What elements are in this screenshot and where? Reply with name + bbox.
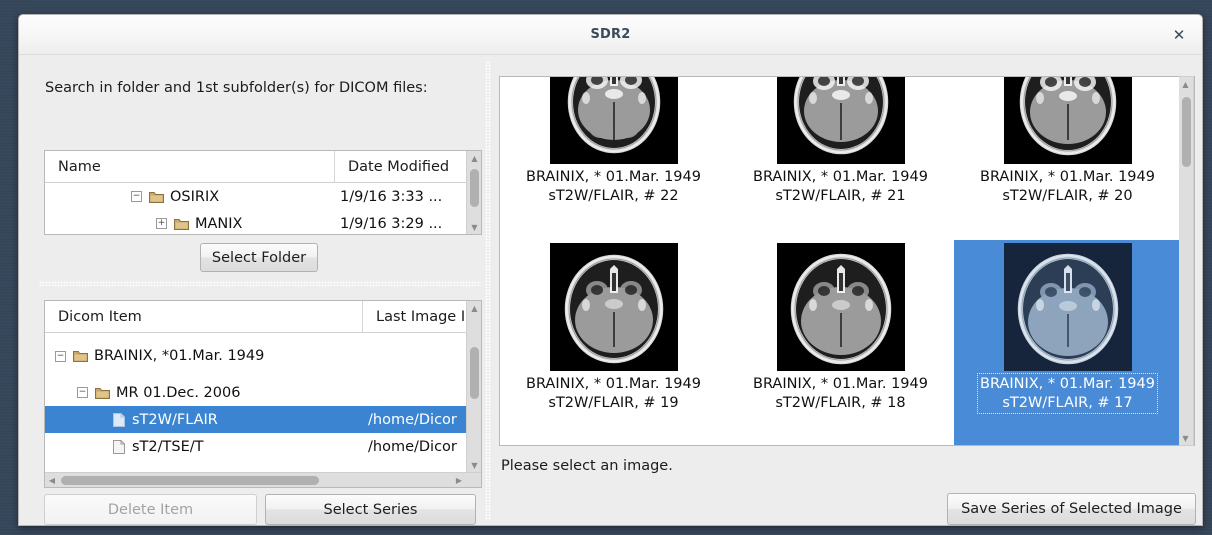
thumbnail-scrollbar[interactable]: ▲ ▼ <box>1179 76 1194 446</box>
folder-icon <box>174 218 189 230</box>
dicom-tree-row[interactable]: − BRAINIX, *01.Mar. 1949 <box>45 333 481 379</box>
thumbnail-caption: BRAINIX, * 01.Mar. 1949sT2W/FLAIR, # 20 <box>978 167 1157 206</box>
left-panel: Search in folder and 1st subfolder(s) fo… <box>19 55 485 525</box>
thumbnail-caption: BRAINIX, * 01.Mar. 1949sT2W/FLAIR, # 22 <box>524 167 703 206</box>
thumbnail-caption-line2: sT2W/FLAIR, # 19 <box>526 394 701 413</box>
scroll-down-icon[interactable]: ▼ <box>467 458 482 472</box>
folder-name: OSIRIX <box>170 189 219 205</box>
thumbnail-caption-line2: sT2W/FLAIR, # 21 <box>753 187 928 206</box>
dicom-tree-header: Dicom Item Last Image I <box>45 301 481 333</box>
scrollbar-thumb[interactable] <box>1182 97 1191 167</box>
window-title: SDR2 <box>19 27 1202 42</box>
mri-thumbnail-image[interactable] <box>1004 243 1132 371</box>
dicom-tree-vscrollbar[interactable]: ▲ ▼ <box>466 301 481 472</box>
scroll-up-icon[interactable]: ▲ <box>467 151 482 165</box>
thumbnail-cell[interactable]: BRAINIX, * 01.Mar. 1949sT2W/FLAIR, # 20 <box>954 76 1181 240</box>
mri-thumbnail-image[interactable] <box>550 243 678 371</box>
scroll-up-icon[interactable]: ▲ <box>467 301 482 315</box>
scroll-down-icon[interactable]: ▼ <box>467 220 482 234</box>
column-header-date-modified[interactable]: Date Modified <box>335 151 467 182</box>
thumbnail-caption-line1: BRAINIX, * 01.Mar. 1949 <box>526 168 701 187</box>
folder-date-modified: 1/9/16 3:29 ... <box>335 216 467 232</box>
thumbnail-caption-line2: sT2W/FLAIR, # 20 <box>980 187 1155 206</box>
sdr2-window: SDR2 ✕ Search in folder and 1st subfolde… <box>18 14 1203 526</box>
thumbnail-list[interactable]: BRAINIX, * 01.Mar. 1949sT2W/FLAIR, # 22B… <box>499 76 1195 446</box>
left-panel-splitter[interactable] <box>39 281 481 286</box>
folder-tree-rows: − OSIRIX 1/9/16 3:33 ... + MANIX 1/9/16 3:29 … <box>45 183 481 237</box>
folder-tree-row[interactable]: − OSIRIX 1/9/16 3:33 ... <box>45 183 481 210</box>
thumbnail-cell[interactable]: BRAINIX, * 01.Mar. 1949sT2W/FLAIR, # 22 <box>500 76 727 240</box>
dicom-item-name: sT2W/FLAIR <box>132 412 218 428</box>
thumbnail-caption-line1: BRAINIX, * 01.Mar. 1949 <box>753 168 928 187</box>
thumbnail-caption-line1: BRAINIX, * 01.Mar. 1949 <box>980 168 1155 187</box>
folder-tree-scrollbar[interactable]: ▲ ▼ <box>466 151 481 234</box>
dicom-item-name: BRAINIX, *01.Mar. 1949 <box>94 348 264 364</box>
scrollbar-thumb[interactable] <box>470 169 479 207</box>
thumbnail-caption: BRAINIX, * 01.Mar. 1949sT2W/FLAIR, # 19 <box>524 374 703 413</box>
thumbnail-cell[interactable]: BRAINIX, * 01.Mar. 1949sT2W/FLAIR, # 21 <box>727 76 954 240</box>
title-bar: SDR2 ✕ <box>19 15 1202 55</box>
close-icon[interactable]: ✕ <box>1168 25 1190 45</box>
mri-thumbnail-image[interactable] <box>777 243 905 371</box>
thumbnail-caption: BRAINIX, * 01.Mar. 1949sT2W/FLAIR, # 17 <box>978 374 1157 413</box>
folder-icon <box>95 387 110 399</box>
scroll-left-icon[interactable]: ◀ <box>45 473 59 488</box>
status-message: Please select an image. <box>501 458 673 474</box>
thumbnail-caption: BRAINIX, * 01.Mar. 1949sT2W/FLAIR, # 18 <box>751 374 930 413</box>
thumbnail-caption-line2: sT2W/FLAIR, # 17 <box>980 394 1155 413</box>
dicom-tree-rows: − BRAINIX, *01.Mar. 1949 − MR 01.Dec. 2006 s… <box>45 333 481 460</box>
select-series-button[interactable]: Select Series <box>265 494 476 525</box>
folder-icon <box>73 350 88 362</box>
right-panel: BRAINIX, * 01.Mar. 1949sT2W/FLAIR, # 22B… <box>491 55 1202 525</box>
thumbnail-caption-line2: sT2W/FLAIR, # 22 <box>526 187 701 206</box>
select-folder-button[interactable]: Select Folder <box>200 243 318 272</box>
scrollbar-thumb[interactable] <box>470 347 479 399</box>
column-header-dicom-item[interactable]: Dicom Item <box>45 301 363 332</box>
column-header-name[interactable]: Name <box>45 151 335 182</box>
dicom-tree-row[interactable]: sT2/TSE/T/home/Dicor <box>45 433 481 460</box>
tree-expander-icon[interactable]: + <box>156 218 167 229</box>
folder-icon <box>149 191 164 203</box>
thumbnail-caption-line1: BRAINIX, * 01.Mar. 1949 <box>753 375 928 394</box>
thumbnail-caption-line2: sT2W/FLAIR, # 18 <box>753 394 928 413</box>
search-folder-label: Search in folder and 1st subfolder(s) fo… <box>45 80 428 96</box>
dicom-item-path: /home/Dicor <box>363 412 467 428</box>
dicom-item-tree[interactable]: Dicom Item Last Image I − BRAINIX, *01.Ma… <box>44 300 482 488</box>
folder-tree[interactable]: Name Date Modified − OSIRIX 1/9/16 3:33 ..… <box>44 150 482 235</box>
thumbnail-caption: BRAINIX, * 01.Mar. 1949sT2W/FLAIR, # 21 <box>751 167 930 206</box>
scroll-down-icon[interactable]: ▼ <box>1179 431 1192 445</box>
folder-tree-header: Name Date Modified <box>45 151 481 183</box>
mri-thumbnail-image[interactable] <box>1004 76 1132 164</box>
file-icon <box>113 440 125 454</box>
thumbnail-caption-line1: BRAINIX, * 01.Mar. 1949 <box>980 375 1155 394</box>
delete-item-button[interactable]: Delete Item <box>44 494 257 525</box>
thumbnail-cell[interactable]: BRAINIX, * 01.Mar. 1949sT2W/FLAIR, # 17 <box>954 240 1181 446</box>
folder-date-modified: 1/9/16 3:33 ... <box>335 189 467 205</box>
tree-expander-icon[interactable]: − <box>131 191 142 202</box>
scrollbar-thumb[interactable] <box>61 476 319 485</box>
window-content: Search in folder and 1st subfolder(s) fo… <box>19 55 1202 525</box>
save-series-of-selected-image-button[interactable]: Save Series of Selected Image <box>947 493 1196 525</box>
dicom-item-path: /home/Dicor <box>363 439 467 455</box>
dicom-tree-row[interactable]: sT2W/FLAIR/home/Dicor <box>45 406 481 433</box>
column-header-last-image[interactable]: Last Image I <box>363 301 467 332</box>
folder-name: MANIX <box>195 216 243 232</box>
tree-expander-icon[interactable]: − <box>55 351 66 362</box>
thumbnail-caption-line1: BRAINIX, * 01.Mar. 1949 <box>526 375 701 394</box>
mri-thumbnail-image[interactable] <box>777 76 905 164</box>
dicom-tree-row[interactable]: − MR 01.Dec. 2006 <box>45 379 481 406</box>
dicom-tree-hscrollbar[interactable]: ◀ ▶ <box>45 472 481 487</box>
tree-expander-icon[interactable]: − <box>77 387 88 398</box>
folder-tree-row[interactable]: + MANIX 1/9/16 3:29 ... <box>45 210 481 237</box>
thumbnail-cell[interactable]: BRAINIX, * 01.Mar. 1949sT2W/FLAIR, # 19 <box>500 240 727 446</box>
mri-thumbnail-image[interactable] <box>550 76 678 164</box>
dicom-item-name: MR 01.Dec. 2006 <box>116 385 240 401</box>
scroll-right-icon[interactable]: ▶ <box>452 473 466 488</box>
scroll-up-icon[interactable]: ▲ <box>1179 77 1192 91</box>
thumbnail-cell[interactable]: BRAINIX, * 01.Mar. 1949sT2W/FLAIR, # 18 <box>727 240 954 446</box>
dicom-item-name: sT2/TSE/T <box>132 439 204 455</box>
file-icon <box>113 413 125 427</box>
